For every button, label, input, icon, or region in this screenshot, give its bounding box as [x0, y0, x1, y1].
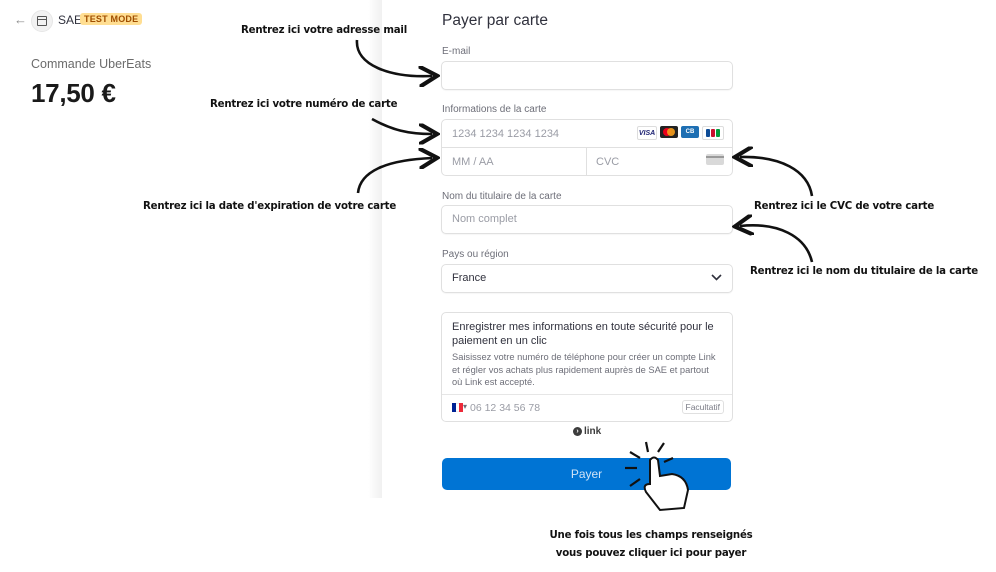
country-code-dropdown[interactable]: ▾ [463, 402, 467, 411]
annotation-cvc: Rentrez ici le CVC de votre carte [754, 201, 935, 212]
expiry-input[interactable]: MM / AA [452, 156, 494, 168]
annotation-pay-line1: Une fois tous les champs renseignés [549, 530, 753, 541]
card-number-input[interactable]: 1234 1234 1234 1234 [452, 128, 559, 140]
link-save-box: Enregistrer mes informations en toute sé… [441, 312, 733, 422]
divider [442, 147, 732, 148]
link-brand-label: link [584, 426, 602, 437]
cvc-card-icon [706, 154, 724, 165]
chevron-down-icon [711, 272, 722, 284]
divider [442, 394, 732, 395]
country-label: Pays ou région [442, 249, 509, 260]
email-label: E-mail [442, 46, 471, 57]
cb-logo-icon: CB [681, 126, 699, 138]
annotation-expiry: Rentrez ici la date d'expiration de votr… [143, 201, 397, 212]
back-arrow-icon[interactable]: ← [14, 12, 27, 27]
optional-badge: Facultatif [681, 400, 724, 414]
card-brand-logos: VISA CB [637, 126, 724, 140]
annotation-card-number: Rentrez ici votre numéro de carte [210, 99, 398, 110]
order-label: Commande UberEats [31, 57, 152, 71]
link-title: Enregistrer mes informations en toute sé… [452, 321, 714, 347]
country-value: France [452, 272, 487, 284]
cardholder-name-field[interactable]: Nom complet [441, 205, 733, 234]
card-info-label: Informations de la carte [442, 104, 547, 115]
panel-divider [368, 0, 382, 498]
holder-placeholder: Nom complet [452, 213, 517, 225]
france-flag-icon [452, 403, 464, 412]
holder-label: Nom du titulaire de la carte [442, 191, 562, 202]
merchant-name: SAE [58, 13, 83, 27]
jcb-logo-icon [702, 126, 724, 140]
phone-input[interactable]: 06 12 34 56 78 [470, 402, 540, 414]
arrow-holder [740, 225, 814, 263]
pay-button[interactable]: Payer [442, 458, 731, 490]
annotation-email: Rentrez ici votre adresse mail [241, 25, 408, 36]
annotation-holder: Rentrez ici le nom du titulaire de la ca… [750, 266, 978, 277]
visa-logo-icon: VISA [637, 126, 657, 140]
order-amount: 17,50 € [31, 78, 116, 108]
annotation-pay-line2: vous pouvez cliquer ici pour payer [555, 548, 747, 559]
arrow-cvc [740, 157, 814, 197]
link-logo-icon: › [573, 427, 582, 436]
page-title: Payer par carte [442, 12, 548, 29]
link-description: Saisissez votre numéro de téléphone pour… [452, 352, 716, 388]
card-info-group: 1234 1234 1234 1234 VISA CB MM / AA CVC [441, 119, 733, 176]
test-mode-badge: TEST MODE [80, 13, 143, 25]
annotation-pay: Une fois tous les champs renseignés vous… [533, 527, 769, 563]
email-field[interactable] [441, 61, 733, 90]
cvc-input[interactable]: CVC [596, 156, 619, 168]
link-logo: › link [573, 426, 601, 437]
country-select[interactable]: France [441, 264, 733, 293]
merchant-icon [31, 10, 53, 32]
divider [586, 147, 587, 175]
mastercard-logo-icon [660, 126, 678, 138]
